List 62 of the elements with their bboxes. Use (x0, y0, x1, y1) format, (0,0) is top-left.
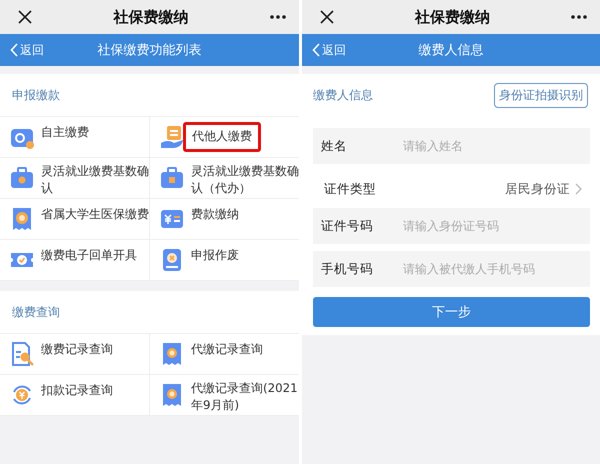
scan-button[interactable]: 身份证拍摄识别 (494, 82, 588, 108)
section-heading: 缴费人信息 (313, 86, 373, 104)
menu-item[interactable]: 缴费记录查询 (0, 334, 150, 375)
menu-item[interactable]: 缴费电子回单开具 (0, 240, 150, 281)
back-chevron-icon (312, 43, 320, 57)
menu-item-label: 扣款记录查询 (41, 382, 113, 399)
menu-item-label: 费款缴纳 (191, 206, 239, 223)
menu-item[interactable]: 省属大学生医保缴费 (0, 199, 150, 240)
receipt-icon (160, 383, 184, 407)
input-field[interactable]: 请输入姓名 (401, 138, 582, 154)
menu-item-label: 代缴记录查询 (191, 341, 263, 358)
window-title: 社保费缴纳 (414, 8, 491, 26)
close-icon (17, 9, 33, 25)
select-field[interactable]: 居民身份证 (505, 180, 582, 198)
briefcase-icon (10, 166, 34, 190)
yuan-card-icon (160, 207, 184, 231)
menu-item-label: 灵活就业缴费基数确认（代办） (191, 163, 299, 197)
menu-item-label: 代他人缴费 (183, 122, 261, 152)
form-field[interactable]: 手机号码 请输入被代缴人手机号码 (313, 251, 590, 287)
menu-item[interactable]: 灵活就业缴费基数确认 (0, 158, 150, 199)
receipt-icon (160, 342, 184, 366)
briefcase-icon (160, 166, 184, 190)
field-label: 证件类型 (324, 180, 377, 198)
close-icon (319, 9, 335, 25)
menu-item[interactable]: 扣款记录查询 (0, 375, 150, 416)
menu-item[interactable]: 代缴记录查询 (150, 334, 299, 375)
menu-item[interactable]: 代他人缴费 (150, 117, 299, 158)
section-heading: 申报缴款 (0, 74, 299, 117)
menu-item-label: 缴费记录查询 (41, 341, 113, 358)
menu-item-label: 自主缴费 (41, 124, 89, 141)
back-chevron-icon (10, 43, 18, 57)
menu-item[interactable]: 申报作废 (150, 240, 299, 281)
menu-item[interactable]: 代缴记录查询(2021年9月前) (150, 375, 299, 416)
menu-item-label: 省属大学生医保缴费 (41, 206, 149, 223)
back-link[interactable]: 返回 (302, 42, 346, 58)
window-title: 社保费缴纳 (112, 8, 190, 26)
page-title: 缴费人信息 (418, 42, 484, 59)
receipt-icon (10, 207, 34, 231)
menu-item[interactable]: 灵活就业缴费基数确认（代办） (150, 158, 299, 199)
more-icon (269, 14, 287, 20)
field-label: 姓名 (321, 138, 348, 154)
section-heading: 缴费查询 (0, 291, 299, 334)
hand-document-icon (160, 125, 184, 149)
chevron-right-icon (575, 183, 582, 195)
cancel-document-icon (160, 248, 184, 272)
menu-item-label: 申报作废 (191, 247, 239, 264)
page-title: 社保缴费功能列表 (96, 42, 202, 59)
menu-item-label: 代缴记录查询(2021年9月前) (191, 380, 299, 414)
form-field[interactable]: 姓名 请输入姓名 (313, 128, 590, 164)
back-link[interactable]: 返回 (0, 42, 44, 58)
menu-item[interactable]: 自主缴费 (0, 117, 150, 158)
menu-item-label: 缴费电子回单开具 (41, 247, 137, 264)
field-label: 证件号码 (321, 218, 374, 234)
menu-item[interactable]: 费款缴纳 (150, 199, 299, 240)
more-icon (570, 14, 588, 20)
next-button[interactable]: 下一步 (313, 297, 590, 327)
input-field[interactable]: 请输入身份证号码 (401, 218, 582, 234)
document-search-icon (10, 342, 34, 366)
field-label: 手机号码 (321, 260, 374, 278)
form-field[interactable]: 证件号码 请输入身份证号码 (313, 208, 590, 244)
menu-item-label: 灵活就业缴费基数确认 (41, 163, 149, 197)
input-field[interactable]: 请输入被代缴人手机号码 (401, 261, 582, 277)
